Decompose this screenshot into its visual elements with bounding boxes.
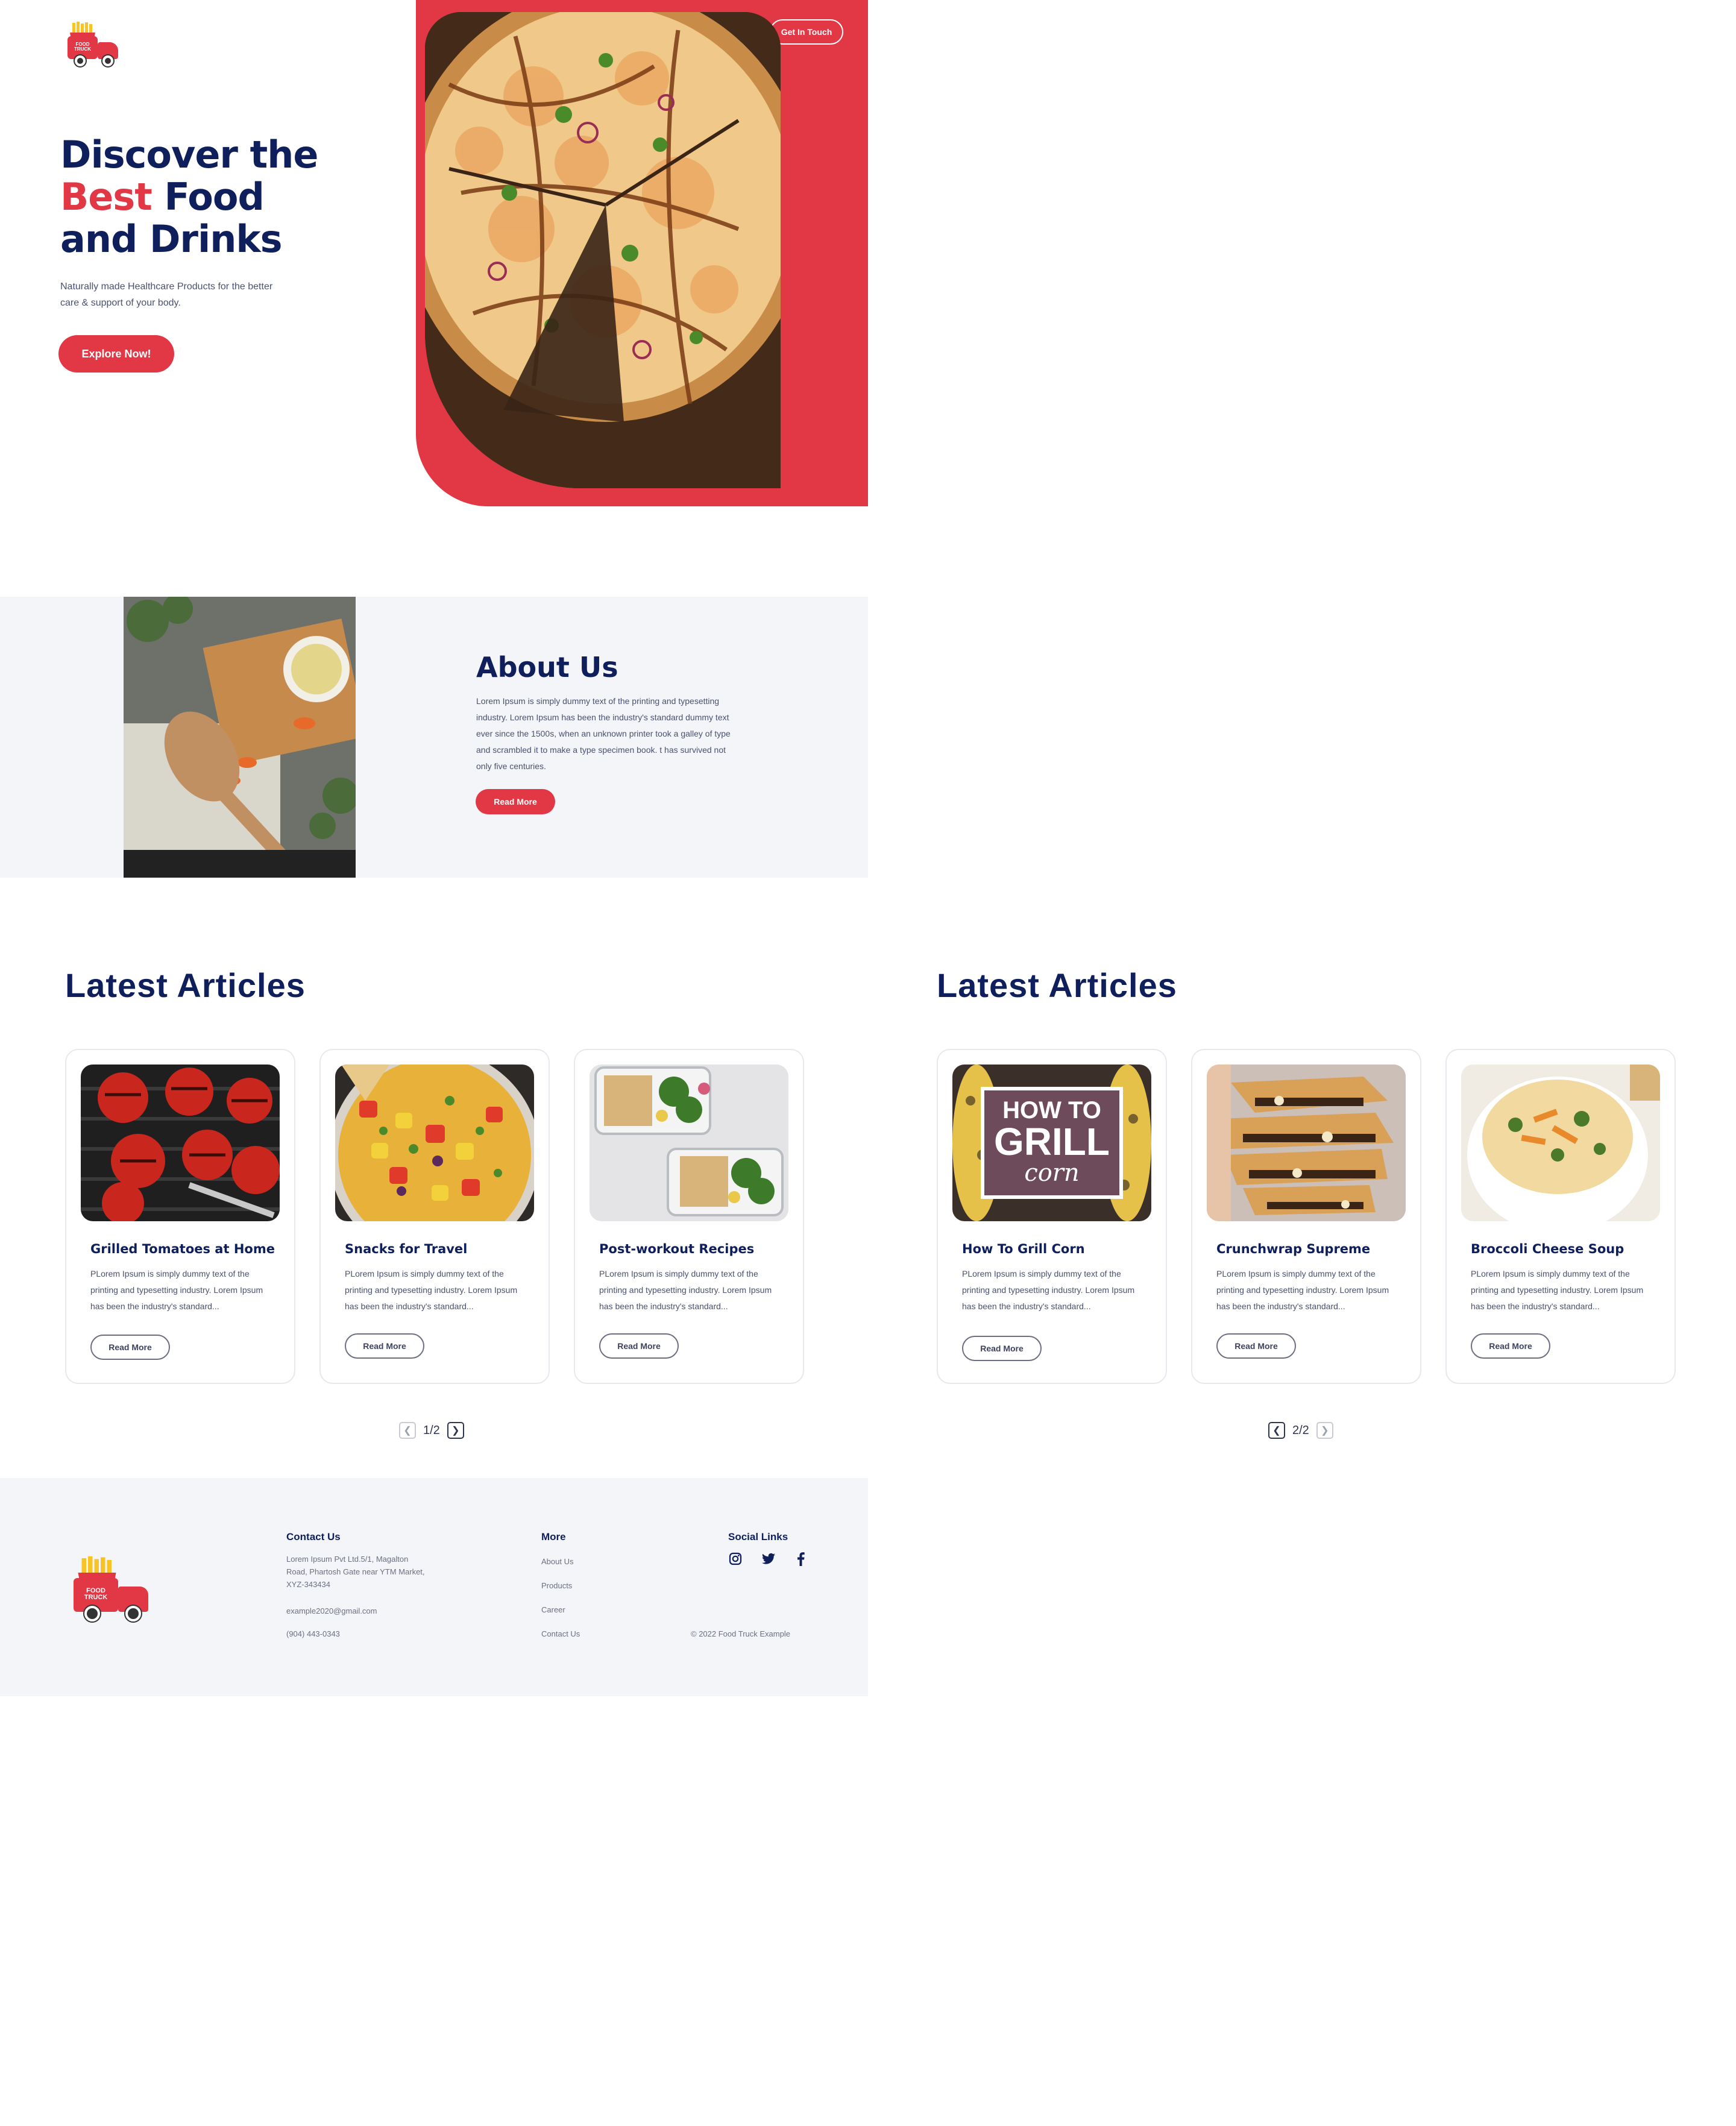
more-heading: More — [541, 1531, 566, 1543]
article-pager-2: ❮ 2/2 ❯ — [1268, 1421, 1333, 1439]
hero-title-line2: Food — [151, 175, 264, 219]
latest-articles-title: Latest Articles — [65, 966, 306, 1004]
overlay-line2: GRILL — [994, 1120, 1110, 1163]
article-title[interactable]: How To Grill Corn — [962, 1242, 1085, 1256]
article-excerpt: PLorem Ipsum is simply dummy text of the… — [599, 1269, 772, 1311]
logo-text-2: TRUCK — [74, 46, 91, 52]
pager-prev-button[interactable]: ❮ — [1268, 1422, 1285, 1439]
read-more-button[interactable]: Read More — [345, 1333, 424, 1359]
chevron-right-icon: ❯ — [1321, 1426, 1329, 1436]
article-image — [590, 1065, 788, 1221]
footer-link-products[interactable]: Products — [541, 1579, 572, 1592]
about-title: About Us — [476, 651, 618, 684]
article-image: HOW TO GRILL corn — [952, 1065, 1151, 1221]
about-read-more-button[interactable]: Read More — [476, 789, 555, 814]
contact-email[interactable]: example2020@gmail.com — [286, 1605, 377, 1617]
hero-title: Discover the Best Food and Drinks — [60, 134, 318, 260]
article-title[interactable]: Post-workout Recipes — [599, 1242, 754, 1256]
meal-prep-illustration — [590, 1065, 788, 1221]
article-title[interactable]: Snacks for Travel — [345, 1242, 467, 1256]
contact-phone[interactable]: (904) 443-0343 — [286, 1628, 340, 1640]
hero-title-line3: and Drinks — [60, 217, 283, 261]
contact-address: Lorem Ipsum Pvt Ltd.5/1, Magalton Road, … — [286, 1555, 425, 1589]
read-more-button[interactable]: Read More — [599, 1333, 679, 1359]
article-excerpt: PLorem Ipsum is simply dummy text of the… — [345, 1269, 518, 1311]
contact-heading: Contact Us — [286, 1531, 341, 1543]
read-more-button[interactable]: Read More — [1471, 1333, 1550, 1359]
twitter-icon[interactable] — [761, 1552, 776, 1566]
facebook-icon[interactable] — [796, 1552, 805, 1566]
article-pager-1: ❮ 1/2 ❯ — [399, 1421, 464, 1439]
pager-next-button[interactable]: ❯ — [447, 1422, 464, 1439]
article-excerpt: PLorem Ipsum is simply dummy text of the… — [90, 1269, 263, 1311]
article-card: Post-workout Recipes PLorem Ipsum is sim… — [574, 1049, 804, 1384]
article-image — [1461, 1065, 1660, 1221]
footer-link-about[interactable]: About Us — [541, 1555, 573, 1568]
footer: FOOD TRUCK Contact Us Lorem Ipsum Pvt Ltd… — [0, 1478, 868, 1696]
overlay-line1: HOW TO — [1002, 1097, 1101, 1124]
read-more-button[interactable]: Read More — [1216, 1333, 1296, 1359]
social-heading: Social Links — [728, 1531, 788, 1543]
pager-next-button[interactable]: ❯ — [1316, 1422, 1333, 1439]
pager-label: 1/2 — [423, 1423, 440, 1437]
latest-articles-title-2: Latest Articles — [937, 966, 1177, 1004]
article-card: Broccoli Cheese Soup PLorem Ipsum is sim… — [1445, 1049, 1676, 1384]
hero-title-line1: Discover the — [60, 133, 318, 177]
crunchwrap-illustration — [1207, 1065, 1406, 1221]
article-title[interactable]: Broccoli Cheese Soup — [1471, 1242, 1624, 1256]
chevron-left-icon: ❮ — [403, 1426, 412, 1436]
read-more-button[interactable]: Read More — [962, 1336, 1042, 1361]
explore-now-button[interactable]: Explore Now! — [58, 335, 174, 373]
hero-pizza-image — [425, 12, 781, 488]
copyright: © 2022 Food Truck Example — [691, 1629, 790, 1638]
article-card: Grilled Tomatoes at Home PLorem Ipsum is… — [65, 1049, 295, 1384]
header-logo[interactable]: FOOD TRUCK — [66, 22, 121, 68]
article-excerpt: PLorem Ipsum is simply dummy text of the… — [1471, 1269, 1644, 1311]
grilled-tomatoes-illustration — [81, 1065, 280, 1221]
hero-description: Naturally made Healthcare Products for t… — [60, 281, 273, 308]
article-image — [335, 1065, 534, 1221]
kitchen-illustration — [124, 597, 356, 878]
chevron-right-icon: ❯ — [451, 1426, 460, 1436]
overlay-line3: corn — [1024, 1159, 1080, 1187]
article-image — [1207, 1065, 1406, 1221]
footer-link-contact[interactable]: Contact Us — [541, 1628, 580, 1640]
footer-logo[interactable]: FOOD TRUCK — [71, 1556, 151, 1624]
instagram-icon[interactable] — [728, 1552, 743, 1566]
article-excerpt: PLorem Ipsum is simply dummy text of the… — [962, 1269, 1135, 1311]
footer-link-career[interactable]: Career — [541, 1603, 565, 1616]
article-card: Crunchwrap Supreme PLorem Ipsum is simpl… — [1191, 1049, 1421, 1384]
article-card: Snacks for Travel PLorem Ipsum is simply… — [319, 1049, 550, 1384]
article-image — [81, 1065, 280, 1221]
chevron-left-icon: ❮ — [1272, 1426, 1281, 1436]
article-excerpt: PLorem Ipsum is simply dummy text of the… — [1216, 1269, 1389, 1311]
read-more-button[interactable]: Read More — [90, 1335, 170, 1360]
get-in-touch-button[interactable]: Get In Touch — [770, 19, 843, 45]
broccoli-soup-illustration — [1461, 1065, 1660, 1221]
about-text: Lorem Ipsum is simply dummy text of the … — [476, 696, 731, 771]
article-title[interactable]: Crunchwrap Supreme — [1216, 1242, 1370, 1256]
pager-prev-button[interactable]: ❮ — [399, 1422, 416, 1439]
article-card: HOW TO GRILL corn How To Grill Corn PLor… — [937, 1049, 1167, 1384]
hero-title-accent: Best — [60, 175, 153, 219]
about-image — [124, 597, 356, 878]
logo-text-2: TRUCK — [84, 1594, 108, 1601]
corn-overlay-text: HOW TO GRILL corn — [989, 1098, 1115, 1185]
article-title[interactable]: Grilled Tomatoes at Home — [90, 1242, 275, 1256]
pizza-illustration — [425, 12, 781, 488]
fruit-salsa-illustration — [335, 1065, 534, 1221]
pager-label: 2/2 — [1292, 1423, 1309, 1437]
